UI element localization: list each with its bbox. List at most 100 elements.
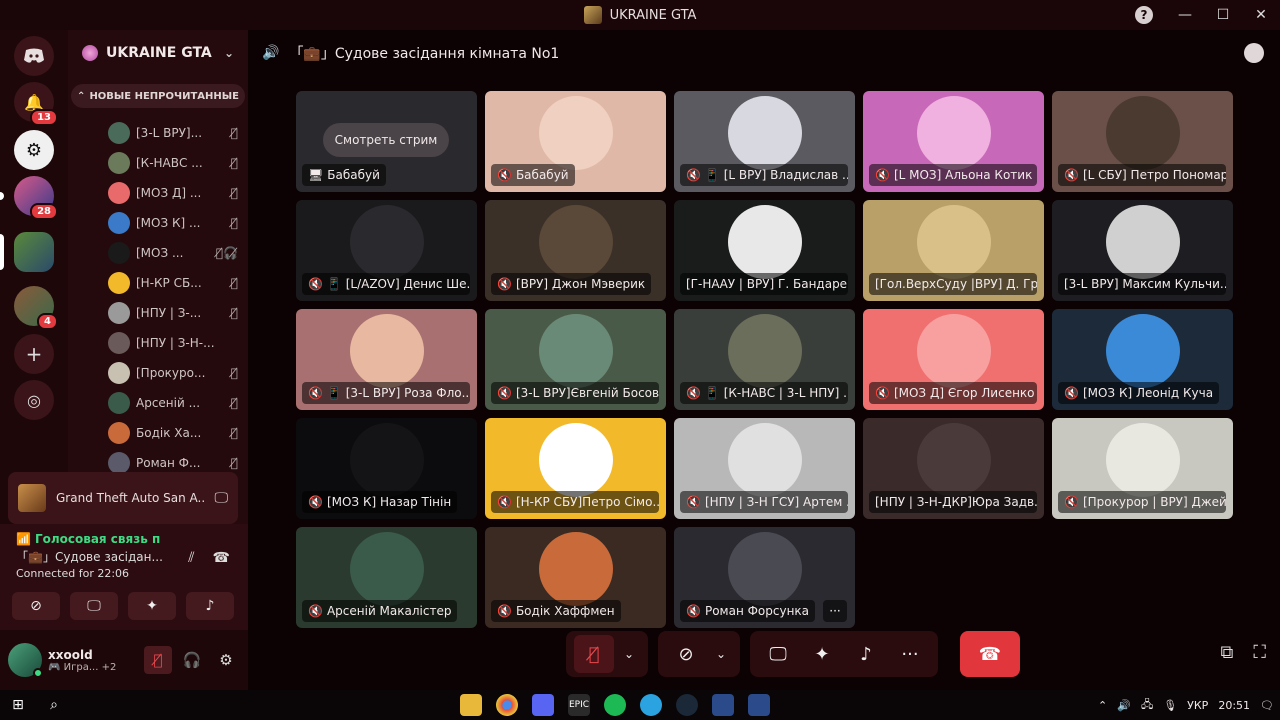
mic-icon[interactable]: 🎙 <box>1163 699 1177 712</box>
voice-member[interactable]: [Прокуро... 🎙̸ <box>108 358 238 388</box>
new-unread-button[interactable]: ⌃ НОВЫЕ НЕПРОЧИТАННЫЕ <box>71 84 245 108</box>
voice-member[interactable]: Арсеній ... 🎙̸ <box>108 388 238 418</box>
participant-tile[interactable]: 🔇 [МОЗ К] Леонід Куча <box>1052 309 1233 410</box>
voice-member[interactable]: [3-L ВРУ]... 🎙̸ <box>108 118 238 148</box>
gta-launcher-icon[interactable] <box>712 694 734 716</box>
watch-stream-button[interactable]: Смотреть стрим <box>323 123 449 157</box>
activities-button[interactable]: ✦ <box>128 592 176 620</box>
participant-tile[interactable]: [НПУ | З-Н-ДКР]Юра Задв... <box>863 418 1044 519</box>
share-screen-button[interactable]: 🖵 <box>758 635 798 673</box>
windows-start-icon[interactable]: ⊞ <box>0 690 36 720</box>
participant-tile[interactable]: 🔇 📱 [3-L ВРУ] Роза Фло... <box>296 309 477 410</box>
add-server-icon[interactable]: + <box>14 334 54 374</box>
language-indicator[interactable]: УКР <box>1187 699 1208 712</box>
camera-off-button[interactable]: ⊘ <box>666 635 706 673</box>
gta-game-icon[interactable] <box>748 694 770 716</box>
server-icon-1[interactable]: ⚙ <box>14 130 54 170</box>
server-ukraine-gta[interactable] <box>14 232 54 272</box>
noise-suppression-icon[interactable]: ⫽ <box>188 550 194 566</box>
search-icon[interactable]: ⌕ <box>36 690 72 720</box>
soundboard-button[interactable]: ♪ <box>846 635 886 673</box>
participant-tile[interactable]: 🔇 [L МОЗ] Альона Котик <box>863 91 1044 192</box>
voice-member[interactable]: [НПУ | З-Н-... <box>108 328 238 358</box>
participant-tile[interactable]: 🔇 [Н-КР СБУ]Петро Сімо... <box>485 418 666 519</box>
leave-call-button[interactable]: ☎ <box>960 631 1020 677</box>
close-button[interactable]: ✕ <box>1242 0 1280 30</box>
share-screen-button[interactable]: 🖵 <box>70 592 118 620</box>
user-info[interactable]: xxoold 🎮 Игра... +2 <box>48 648 138 673</box>
participant-tile[interactable]: 🔇 Роман Форсунка ··· <box>674 527 855 628</box>
camera-off-button[interactable]: ⊘ <box>12 592 60 620</box>
minimize-button[interactable]: — <box>1166 0 1204 30</box>
participant-tile[interactable]: 🔇 📱 [К-НАВС | 3-L НПУ] ... <box>674 309 855 410</box>
member-name: [МОЗ К] ... <box>136 216 201 230</box>
discord-home-icon[interactable] <box>14 36 54 76</box>
more-options-button[interactable]: ··· <box>890 635 930 673</box>
participant-tile[interactable]: 🔇 [МОЗ К] Назар Тінін <box>296 418 477 519</box>
participant-tile[interactable]: 🔇 Бабабуй <box>485 91 666 192</box>
server-header[interactable]: UKRAINE GTA ⌄ <box>68 30 248 76</box>
open-chat-icon[interactable] <box>1244 43 1264 63</box>
participant-tile[interactable]: 🔇 [НПУ | З-Н ГСУ] Артем ... <box>674 418 855 519</box>
voice-member[interactable]: [МОЗ ... 🎙̸🎧̸ <box>108 238 238 268</box>
settings-gear-icon[interactable]: ⚙ <box>212 646 240 674</box>
notification-center-icon[interactable]: 🗨 <box>1260 699 1274 712</box>
camera-options-chevron-icon[interactable]: ⌄ <box>710 635 732 673</box>
maximize-button[interactable]: ☐ <box>1204 0 1242 30</box>
participant-tile[interactable]: 🔇 [МОЗ Д] Єгор Лисенко <box>863 309 1044 410</box>
voice-member[interactable]: [Н-КР СБ... 🎙̸ <box>108 268 238 298</box>
participant-tile[interactable]: 🔇 [L СБУ] Петро Пономар... <box>1052 91 1233 192</box>
participant-tile[interactable]: Смотреть стрим 🖥 Бабабуй <box>296 91 477 192</box>
discord-icon[interactable] <box>532 694 554 716</box>
participant-label: 🔇 Роман Форсунка <box>680 600 816 622</box>
server-folder-2[interactable]: 4 <box>14 286 58 330</box>
epic-games-icon[interactable]: EPIC <box>568 694 590 716</box>
participant-tile[interactable]: 🔇 [3-L ВРУ]Євгеній Босов <box>485 309 666 410</box>
fullscreen-icon[interactable]: ⛶ <box>1253 642 1266 663</box>
file-explorer-icon[interactable] <box>460 694 482 716</box>
status-icon: 🔇 <box>308 604 323 618</box>
mute-mic-button[interactable]: 🎙̸ <box>144 646 172 674</box>
volume-icon[interactable]: 🔊 <box>1117 699 1131 712</box>
telegram-icon[interactable] <box>640 694 662 716</box>
server-folder-1[interactable]: 28 <box>14 176 58 220</box>
voice-member[interactable]: [МОЗ Д] ... 🎙̸ <box>108 178 238 208</box>
windows-taskbar: ⊞ ⌕ EPIC ⌃ 🔊 🖧 🎙 УКР 20:51 🗨 <box>0 690 1280 720</box>
voice-member[interactable]: [К-НАВС ... 🎙̸ <box>108 148 238 178</box>
soundboard-button[interactable]: ♪ <box>186 592 234 620</box>
participant-tile[interactable]: 🔇 📱 [L/AZOV] Денис Ше... <box>296 200 477 301</box>
tray-chevron-icon[interactable]: ⌃ <box>1098 699 1107 712</box>
status-icon: 🔇 📱 <box>308 277 342 291</box>
clock[interactable]: 20:51 <box>1218 699 1250 712</box>
help-icon[interactable]: ? <box>1135 6 1153 24</box>
activities-button[interactable]: ✦ <box>802 635 842 673</box>
network-icon[interactable]: 🖧 <box>1141 696 1153 715</box>
mic-muted-button[interactable]: 🎙̸ <box>574 635 614 673</box>
mic-options-chevron-icon[interactable]: ⌄ <box>618 635 640 673</box>
screen-share-icon[interactable]: 🖵 <box>215 490 229 506</box>
activity-card[interactable]: Grand Theft Auto San A... 🖵 <box>8 472 238 524</box>
tile-more-options-button[interactable]: ··· <box>823 600 847 622</box>
notifications-icon[interactable]: 🔔 13 <box>14 82 58 126</box>
participant-tile[interactable]: 🔇 [Прокурор | ВРУ] Джей... <box>1052 418 1233 519</box>
participant-tile[interactable]: 🔇 Бодік Хаффмен <box>485 527 666 628</box>
participant-tile[interactable]: 🔇 Арсеній Макалістер <box>296 527 477 628</box>
voice-member[interactable]: [НПУ | З-... 🎙̸ <box>108 298 238 328</box>
participant-tile[interactable]: 🔇 📱 [L ВРУ] Владислав ... <box>674 91 855 192</box>
steam-icon[interactable] <box>676 694 698 716</box>
voice-connection-panel: 📶 Голосовая связь п 「💼」Судове засідан... … <box>0 524 248 630</box>
voice-status[interactable]: 📶 Голосовая связь п <box>16 532 232 546</box>
discover-icon[interactable]: ◎ <box>14 380 54 420</box>
user-avatar[interactable] <box>8 643 43 678</box>
participant-tile[interactable]: [Гол.ВерхСуду |ВРУ] Д. Гр... <box>863 200 1044 301</box>
participant-tile[interactable]: [3-L ВРУ] Максим Кульчи... <box>1052 200 1233 301</box>
participant-tile[interactable]: 🔇 [ВРУ] Джон Мэверик <box>485 200 666 301</box>
chrome-icon[interactable] <box>496 694 518 716</box>
participant-tile[interactable]: [Г-НААУ | ВРУ] Г. Бандаре... <box>674 200 855 301</box>
voice-member[interactable]: [МОЗ К] ... 🎙̸ <box>108 208 238 238</box>
voice-member[interactable]: Бодік Ха... 🎙̸ <box>108 418 238 448</box>
popout-icon[interactable]: ⧉ <box>1221 642 1234 663</box>
spotify-icon[interactable] <box>604 694 626 716</box>
headphones-button[interactable]: 🎧 <box>178 646 206 674</box>
disconnect-icon[interactable]: ☎ <box>213 550 230 566</box>
